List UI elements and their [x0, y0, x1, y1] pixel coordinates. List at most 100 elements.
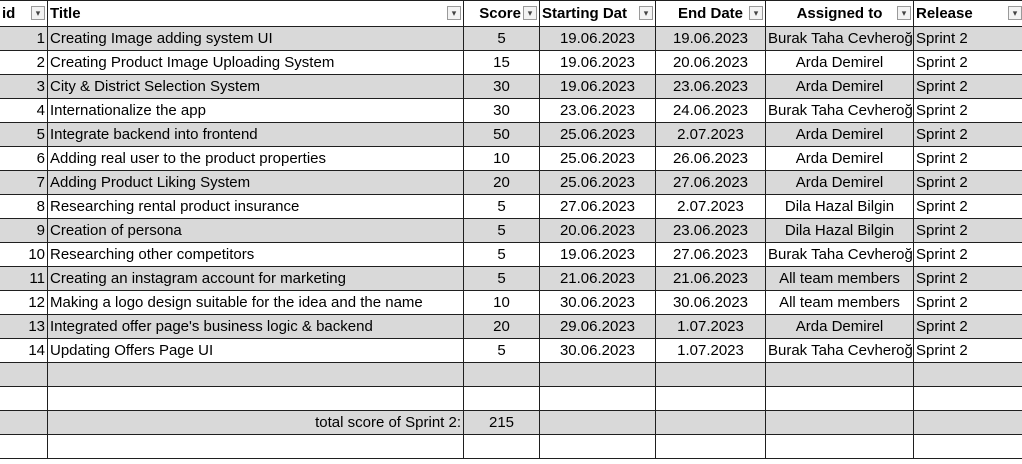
cell-assigned-to[interactable]: Arda Demirel [765, 170, 914, 195]
cell-end-date[interactable]: 2.07.2023 [655, 194, 766, 219]
empty-cell[interactable] [913, 434, 1022, 459]
cell-end-date[interactable]: 19.06.2023 [655, 26, 766, 51]
cell-title[interactable]: Creating an instagram account for market… [47, 266, 464, 291]
empty-cell[interactable] [539, 362, 656, 387]
empty-cell[interactable] [765, 362, 914, 387]
cell-end-date[interactable]: 1.07.2023 [655, 314, 766, 339]
cell-title[interactable]: Internationalize the app [47, 98, 464, 123]
cell-score[interactable]: 5 [463, 338, 540, 363]
empty-cell[interactable] [913, 362, 1022, 387]
cell-start-date[interactable]: 25.06.2023 [539, 122, 656, 147]
cell-release[interactable]: Sprint 2 [913, 50, 1022, 75]
cell-assigned-to[interactable]: All team members [765, 290, 914, 315]
cell-score[interactable]: 5 [463, 266, 540, 291]
cell-start-date[interactable]: 20.06.2023 [539, 218, 656, 243]
filter-dropdown-icon[interactable]: ▾ [1008, 6, 1022, 20]
cell-title[interactable]: Integrate backend into frontend [47, 122, 464, 147]
cell-id[interactable]: 4 [0, 98, 48, 123]
empty-cell[interactable] [47, 386, 464, 411]
cell-id[interactable]: 13 [0, 314, 48, 339]
cell-start-date[interactable]: 21.06.2023 [539, 266, 656, 291]
cell-release[interactable]: Sprint 2 [913, 98, 1022, 123]
cell-id[interactable]: 7 [0, 170, 48, 195]
empty-cell[interactable] [913, 410, 1022, 435]
header-end-date[interactable]: End Date ▾ [655, 0, 766, 27]
cell-end-date[interactable]: 20.06.2023 [655, 50, 766, 75]
header-score[interactable]: Score ▾ [463, 0, 540, 27]
cell-assigned-to[interactable]: Arda Demirel [765, 50, 914, 75]
cell-start-date[interactable]: 23.06.2023 [539, 98, 656, 123]
cell-start-date[interactable]: 19.06.2023 [539, 74, 656, 99]
cell-start-date[interactable]: 29.06.2023 [539, 314, 656, 339]
cell-id[interactable]: 9 [0, 218, 48, 243]
filter-dropdown-icon[interactable]: ▾ [447, 6, 461, 20]
empty-cell[interactable] [655, 410, 766, 435]
header-assigned-to[interactable]: Assigned to ▾ [765, 0, 914, 27]
cell-score[interactable]: 5 [463, 26, 540, 51]
cell-score[interactable]: 5 [463, 194, 540, 219]
cell-assigned-to[interactable]: Arda Demirel [765, 74, 914, 99]
empty-cell[interactable] [47, 434, 464, 459]
cell-release[interactable]: Sprint 2 [913, 170, 1022, 195]
cell-end-date[interactable]: 24.06.2023 [655, 98, 766, 123]
cell-title[interactable]: Creation of persona [47, 218, 464, 243]
cell-score[interactable]: 50 [463, 122, 540, 147]
cell-assigned-to[interactable]: Arda Demirel [765, 314, 914, 339]
empty-cell[interactable] [539, 410, 656, 435]
cell-score[interactable]: 20 [463, 170, 540, 195]
cell-score[interactable]: 30 [463, 98, 540, 123]
cell-start-date[interactable]: 30.06.2023 [539, 338, 656, 363]
cell-score[interactable]: 10 [463, 146, 540, 171]
empty-cell[interactable] [655, 386, 766, 411]
empty-cell[interactable] [463, 386, 540, 411]
cell-id[interactable]: 5 [0, 122, 48, 147]
cell-release[interactable]: Sprint 2 [913, 314, 1022, 339]
header-id[interactable]: id ▾ [0, 0, 48, 27]
empty-cell[interactable] [913, 386, 1022, 411]
cell-score[interactable]: 30 [463, 74, 540, 99]
filter-dropdown-icon[interactable]: ▾ [749, 6, 763, 20]
cell-start-date[interactable]: 19.06.2023 [539, 242, 656, 267]
cell-id[interactable]: 1 [0, 26, 48, 51]
filter-dropdown-icon[interactable]: ▾ [639, 6, 653, 20]
cell-score[interactable]: 10 [463, 290, 540, 315]
empty-cell[interactable] [655, 434, 766, 459]
cell-title[interactable]: Integrated offer page's business logic &… [47, 314, 464, 339]
cell-title[interactable]: Making a logo design suitable for the id… [47, 290, 464, 315]
cell-release[interactable]: Sprint 2 [913, 74, 1022, 99]
empty-cell[interactable] [539, 434, 656, 459]
cell-assigned-to[interactable]: Arda Demirel [765, 146, 914, 171]
cell-start-date[interactable]: 30.06.2023 [539, 290, 656, 315]
cell-title[interactable]: Adding Product Liking System [47, 170, 464, 195]
cell-start-date[interactable]: 19.06.2023 [539, 50, 656, 75]
header-starting-date[interactable]: Starting Dat ▾ [539, 0, 656, 27]
filter-dropdown-icon[interactable]: ▾ [523, 6, 537, 20]
cell-id[interactable]: 2 [0, 50, 48, 75]
cell-id[interactable]: 3 [0, 74, 48, 99]
cell-release[interactable]: Sprint 2 [913, 338, 1022, 363]
cell-release[interactable]: Sprint 2 [913, 146, 1022, 171]
cell-release[interactable]: Sprint 2 [913, 26, 1022, 51]
cell-title[interactable]: Creating Product Image Uploading System [47, 50, 464, 75]
empty-cell[interactable] [0, 362, 48, 387]
empty-cell[interactable] [0, 434, 48, 459]
empty-cell[interactable] [765, 434, 914, 459]
cell-assigned-to[interactable]: Burak Taha Cevheroğlu [765, 26, 914, 51]
empty-cell[interactable] [655, 362, 766, 387]
header-title[interactable]: Title ▾ [47, 0, 464, 27]
cell-assigned-to[interactable]: Burak Taha Cevheroğlu [765, 98, 914, 123]
cell-end-date[interactable]: 26.06.2023 [655, 146, 766, 171]
cell-id[interactable]: 6 [0, 146, 48, 171]
cell-score[interactable]: 15 [463, 50, 540, 75]
cell-assigned-to[interactable]: Burak Taha Cevheroğlu [765, 338, 914, 363]
cell-start-date[interactable]: 25.06.2023 [539, 170, 656, 195]
cell-score[interactable]: 5 [463, 242, 540, 267]
total-score[interactable]: 215 [463, 410, 540, 435]
cell-end-date[interactable]: 27.06.2023 [655, 242, 766, 267]
cell-title[interactable]: Updating Offers Page UI [47, 338, 464, 363]
cell-end-date[interactable]: 1.07.2023 [655, 338, 766, 363]
cell-assigned-to[interactable]: Arda Demirel [765, 122, 914, 147]
cell-release[interactable]: Sprint 2 [913, 266, 1022, 291]
cell-assigned-to[interactable]: All team members [765, 266, 914, 291]
cell-title[interactable]: Researching rental product insurance [47, 194, 464, 219]
